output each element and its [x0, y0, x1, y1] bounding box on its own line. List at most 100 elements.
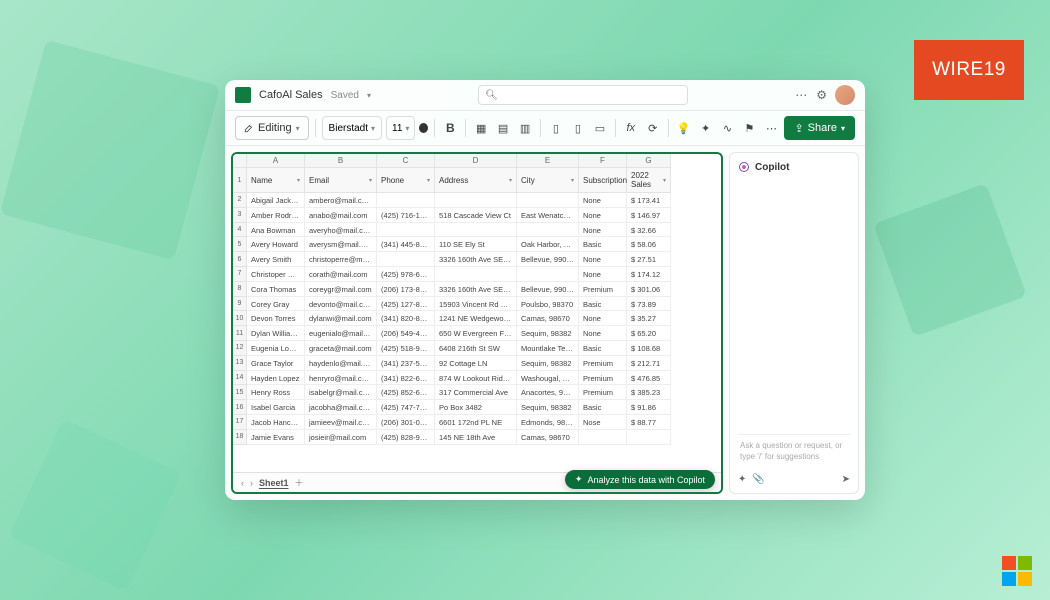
chart-icon[interactable]: ∿ — [719, 118, 737, 138]
cell-phone[interactable] — [377, 193, 435, 208]
cell-sales[interactable]: $ 91.86 — [627, 400, 671, 415]
cell-city[interactable] — [517, 223, 579, 238]
cell-city[interactable]: Camas, 98670 — [517, 430, 579, 445]
cell-sales[interactable]: $ 301.06 — [627, 282, 671, 297]
cell-sub[interactable]: None — [579, 311, 627, 326]
cell-sales[interactable]: $ 385.23 — [627, 385, 671, 400]
chevron-down-icon[interactable]: ▾ — [367, 91, 371, 100]
cell-sub[interactable]: None — [579, 193, 627, 208]
cell-address[interactable]: 874 W Lookout Ridge Dr — [435, 371, 517, 386]
cell-address[interactable]: 518 Cascade View Ct — [435, 208, 517, 223]
flag-icon[interactable]: ⚑ — [741, 118, 759, 138]
cell-address[interactable]: 3326 160th Ave SE #303 — [435, 282, 517, 297]
cell-address[interactable]: 317 Commercial Ave — [435, 385, 517, 400]
cell-address[interactable]: 1241 NE Wedgewood Ct — [435, 311, 517, 326]
bold-button[interactable]: B — [441, 118, 459, 138]
cell-sub[interactable]: Premium — [579, 356, 627, 371]
cell-name[interactable]: Isabel Garcia — [247, 400, 305, 415]
cell-email[interactable]: averyho@mail.com — [305, 223, 377, 238]
cell-sub[interactable]: Basic — [579, 297, 627, 312]
cell-city[interactable]: Bellevue, 99008 — [517, 252, 579, 267]
cell-email[interactable]: anabo@mail.com — [305, 208, 377, 223]
cell-city[interactable]: Bellevue, 99008 — [517, 282, 579, 297]
cell-name[interactable]: Amber Rodriguez — [247, 208, 305, 223]
attachment-icon[interactable]: 📎 — [752, 474, 764, 485]
cell-phone[interactable]: (425) 518-9706 — [377, 341, 435, 356]
cell-name[interactable]: Jamie Evans — [247, 430, 305, 445]
avatar[interactable] — [835, 85, 855, 105]
copilot-input[interactable]: Ask a question or request, or type '/' f… — [738, 434, 850, 468]
cell-sub[interactable]: Basic — [579, 341, 627, 356]
cell-sales[interactable]: $ 65.20 — [627, 326, 671, 341]
cell-phone[interactable]: (341) 820-8550 — [377, 311, 435, 326]
cell-city[interactable]: Oak Harbor, 98277 — [517, 237, 579, 252]
cell-address[interactable] — [435, 223, 517, 238]
cell-address[interactable]: 6601 172nd PL NE — [435, 415, 517, 430]
cell-phone[interactable]: (425) 747-7103 — [377, 400, 435, 415]
cell-sales[interactable]: $ 173.41 — [627, 193, 671, 208]
col-icon[interactable]: ▯ — [547, 118, 565, 138]
column-header[interactable]: D — [435, 154, 517, 168]
cell-address[interactable]: Po Box 3482 — [435, 400, 517, 415]
cell-sub[interactable]: None — [579, 326, 627, 341]
cell-address[interactable]: 92 Cottage LN — [435, 356, 517, 371]
filter-icon[interactable]: ▾ — [663, 177, 666, 184]
col3-icon[interactable]: ▭ — [591, 118, 609, 138]
cell-phone[interactable] — [377, 252, 435, 267]
fx-icon[interactable]: fx — [622, 118, 640, 138]
filter-icon[interactable]: ▾ — [427, 177, 430, 184]
spreadsheet[interactable]: ABCDEFG1Name▾Email▾Phone▾Address▾City▾Su… — [231, 152, 723, 494]
send-icon[interactable]: ➤ — [842, 474, 850, 485]
cell-city[interactable]: East Wenatchee, 98802 — [517, 208, 579, 223]
cell-name[interactable]: Dylan Williams — [247, 326, 305, 341]
gear-icon[interactable]: ⚙ — [816, 88, 827, 102]
cell-phone[interactable]: (425) 716-1560 — [377, 208, 435, 223]
table-header-cell[interactable]: 2022 Sales▾ — [627, 168, 671, 193]
cell-city[interactable]: Anacortes, 98221 — [517, 385, 579, 400]
add-sheet-button[interactable]: ＋ — [295, 476, 304, 489]
cell-phone[interactable]: (425) 127-8316 — [377, 297, 435, 312]
cell-email[interactable]: devonto@mail.com — [305, 297, 377, 312]
cell-city[interactable] — [517, 193, 579, 208]
cell-email[interactable]: henryro@mail.com — [305, 371, 377, 386]
cell-sales[interactable]: $ 174.12 — [627, 267, 671, 282]
column-header[interactable]: E — [517, 154, 579, 168]
cell-city[interactable]: Mountlake Terrace, 98043 — [517, 341, 579, 356]
cell-sales[interactable]: $ 32.66 — [627, 223, 671, 238]
cell-address[interactable]: 15903 Vincent Rd NW — [435, 297, 517, 312]
table-header-cell[interactable]: Subscription▾ — [579, 168, 627, 193]
cell-city[interactable]: Sequim, 98382 — [517, 400, 579, 415]
cell-phone[interactable]: (206) 173-8330 — [377, 282, 435, 297]
sparkle-icon[interactable]: ✦ — [738, 474, 746, 485]
cell-sales[interactable]: $ 476.85 — [627, 371, 671, 386]
filter-icon[interactable]: ▾ — [297, 177, 300, 184]
cell-phone[interactable]: (341) 445-8543 — [377, 237, 435, 252]
search-input[interactable]: 🔍︎ — [478, 85, 688, 105]
cell-email[interactable]: eugenialo@mail.com — [305, 326, 377, 341]
col2-icon[interactable]: ▯ — [569, 118, 587, 138]
cell-email[interactable]: isabelgr@mail.com — [305, 385, 377, 400]
cell-name[interactable]: Henry Ross — [247, 385, 305, 400]
cell-name[interactable]: Ana Bowman — [247, 223, 305, 238]
cell-name[interactable]: Christoper Reed — [247, 267, 305, 282]
cell-city[interactable]: Camas, 98670 — [517, 311, 579, 326]
cell-address[interactable]: 145 NE 18th Ave — [435, 430, 517, 445]
analyze-with-copilot-button[interactable]: ✦ Analyze this data with Copilot — [565, 470, 715, 489]
table-header-cell[interactable]: City▾ — [517, 168, 579, 193]
cell-sales[interactable]: $ 73.89 — [627, 297, 671, 312]
cell-address[interactable] — [435, 267, 517, 282]
cell-city[interactable]: Washougal, 98671 — [517, 371, 579, 386]
cell-name[interactable]: Corey Gray — [247, 297, 305, 312]
cell-sub[interactable]: None — [579, 267, 627, 282]
cell-sub[interactable]: Basic — [579, 237, 627, 252]
cell-name[interactable]: Hayden Lopez — [247, 371, 305, 386]
filter-icon[interactable]: ▾ — [369, 177, 372, 184]
cell-address[interactable]: 650 W Evergreen Farm Wa — [435, 326, 517, 341]
cell-email[interactable]: ambero@mail.com — [305, 193, 377, 208]
cell-name[interactable]: Cora Thomas — [247, 282, 305, 297]
cell-sales[interactable]: $ 108.68 — [627, 341, 671, 356]
cell-name[interactable]: Grace Taylor — [247, 356, 305, 371]
column-header[interactable]: A — [247, 154, 305, 168]
cell-name[interactable]: Devon Torres — [247, 311, 305, 326]
font-select[interactable]: Bierstadt▾ — [322, 116, 382, 140]
